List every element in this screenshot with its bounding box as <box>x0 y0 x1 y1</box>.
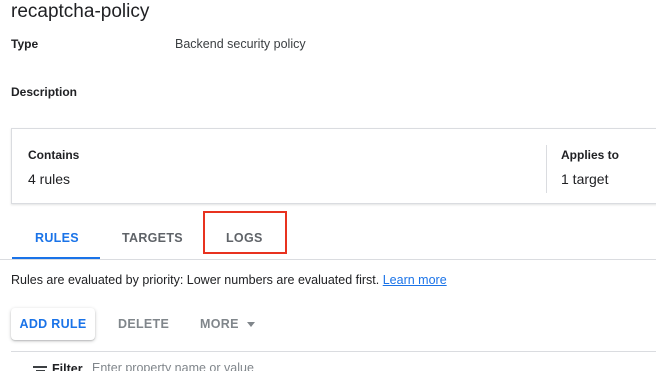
security-policy-page: recaptcha-policy Type Backend security p… <box>0 0 656 371</box>
logs-tab-highlight <box>203 211 287 254</box>
more-button[interactable]: MORE <box>200 308 255 340</box>
description-label: Description <box>11 85 78 99</box>
summary-divider <box>546 145 547 193</box>
tab-rules[interactable]: RULES <box>35 231 79 245</box>
tab-targets[interactable]: TARGETS <box>122 231 183 245</box>
more-button-label: MORE <box>200 317 239 331</box>
filter-input[interactable] <box>92 358 392 371</box>
applies-to-label: Applies to <box>561 148 620 162</box>
filter-label: Filter <box>52 362 83 371</box>
applies-to-value: 1 target <box>561 171 609 187</box>
type-value: Backend security policy <box>175 37 306 51</box>
contains-value: 4 rules <box>28 171 71 187</box>
rules-info: Rules are evaluated by priority: Lower n… <box>11 273 447 287</box>
rules-info-text: Rules are evaluated by priority: Lower n… <box>11 273 380 287</box>
delete-button[interactable]: DELETE <box>118 308 169 340</box>
page-title: recaptcha-policy <box>11 1 150 22</box>
summary-card: Contains 4 rules Applies to 1 target <box>11 128 656 204</box>
learn-more-link[interactable]: Learn more <box>383 273 447 287</box>
tabs-divider <box>0 259 656 260</box>
contains-label: Contains <box>28 148 80 162</box>
filter-divider <box>11 351 656 352</box>
filter-icon <box>33 366 47 371</box>
type-label: Type <box>11 37 39 51</box>
add-rule-button[interactable]: ADD RULE <box>11 308 95 340</box>
caret-down-icon <box>246 322 255 328</box>
